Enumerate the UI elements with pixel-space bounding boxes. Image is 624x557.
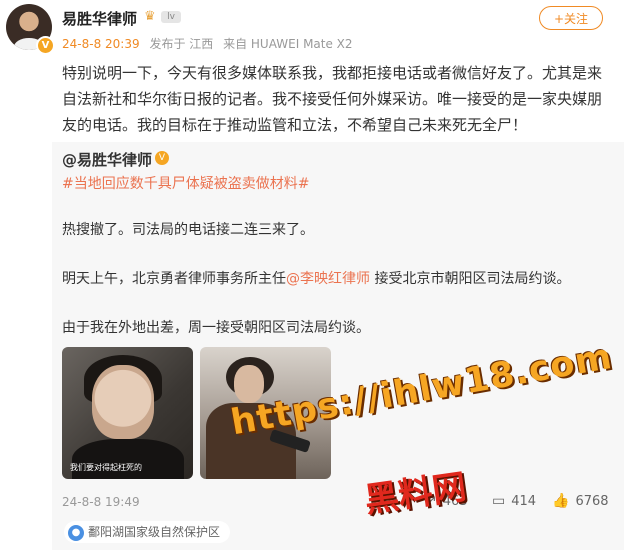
repost-line-2-post: 接受北京市朝阳区司法局约谈。	[370, 271, 571, 287]
post-text: 特别说明一下，今天有很多媒体联系我，我都拒接电话或者微信好友了。尤其是来自法新社…	[62, 64, 603, 134]
location-tag[interactable]: ● 鄱阳湖国家级自然保护区	[64, 521, 231, 543]
location-pin-icon: ●	[68, 524, 84, 541]
image-caption: 我们要对得起枉死的	[70, 463, 142, 472]
follow-button[interactable]: +关注	[539, 6, 603, 30]
post-meta: 24-8-8 20:39 发布于 江西 来自 HUAWEI Mate X2	[62, 35, 359, 52]
repost-line-2: 明天上午，北京勇者律师事务所主任@李映红律师 接受北京市朝阳区司法局约谈。	[62, 268, 570, 288]
post-device: 来自 HUAWEI Mate X2	[223, 37, 353, 51]
crown-icon: ♛	[144, 9, 156, 24]
comment-count: 414	[511, 494, 537, 509]
comment-icon: ▭	[492, 493, 506, 509]
repost-image-1[interactable]: 我们要对得起枉死的	[62, 347, 193, 479]
repost-line-3: 由于我在外地出差，周一接受朝阳区司法局约谈。	[62, 320, 370, 336]
author-name[interactable]: 易胜华律师	[62, 8, 137, 29]
location-name: 鄱阳湖国家级自然保护区	[88, 525, 221, 539]
like-count: 6768	[575, 494, 609, 509]
level-badge: lv	[161, 11, 181, 23]
verified-icon: V	[155, 151, 169, 165]
post-region: 发布于 江西	[149, 37, 214, 51]
repost-time[interactable]: 24-8-8 19:49	[62, 495, 140, 509]
repost-card[interactable]: @易胜华律师 V #当地回应数千具尸体疑被盗卖做材料# 热搜撤了。司法局的电话接…	[52, 142, 624, 550]
repost-line-2-pre: 明天上午，北京勇者律师事务所主任	[62, 271, 286, 287]
repost-line-1: 热搜撤了。司法局的电话接二连三来了。	[62, 222, 314, 238]
repost-topic[interactable]: #当地回应数千具尸体疑被盗卖做材料#	[62, 173, 309, 193]
verified-icon: V	[36, 36, 55, 55]
image-face	[92, 365, 154, 439]
image-coat	[72, 439, 184, 479]
post-time[interactable]: 24-8-8 20:39	[62, 37, 140, 51]
like-stat[interactable]: 👍 6768	[552, 493, 609, 509]
repost-author[interactable]: @易胜华律师	[62, 149, 152, 170]
mention-link[interactable]: @李映红律师	[286, 271, 370, 287]
like-icon: 👍	[552, 493, 570, 509]
comment-stat[interactable]: ▭ 414	[492, 493, 536, 509]
